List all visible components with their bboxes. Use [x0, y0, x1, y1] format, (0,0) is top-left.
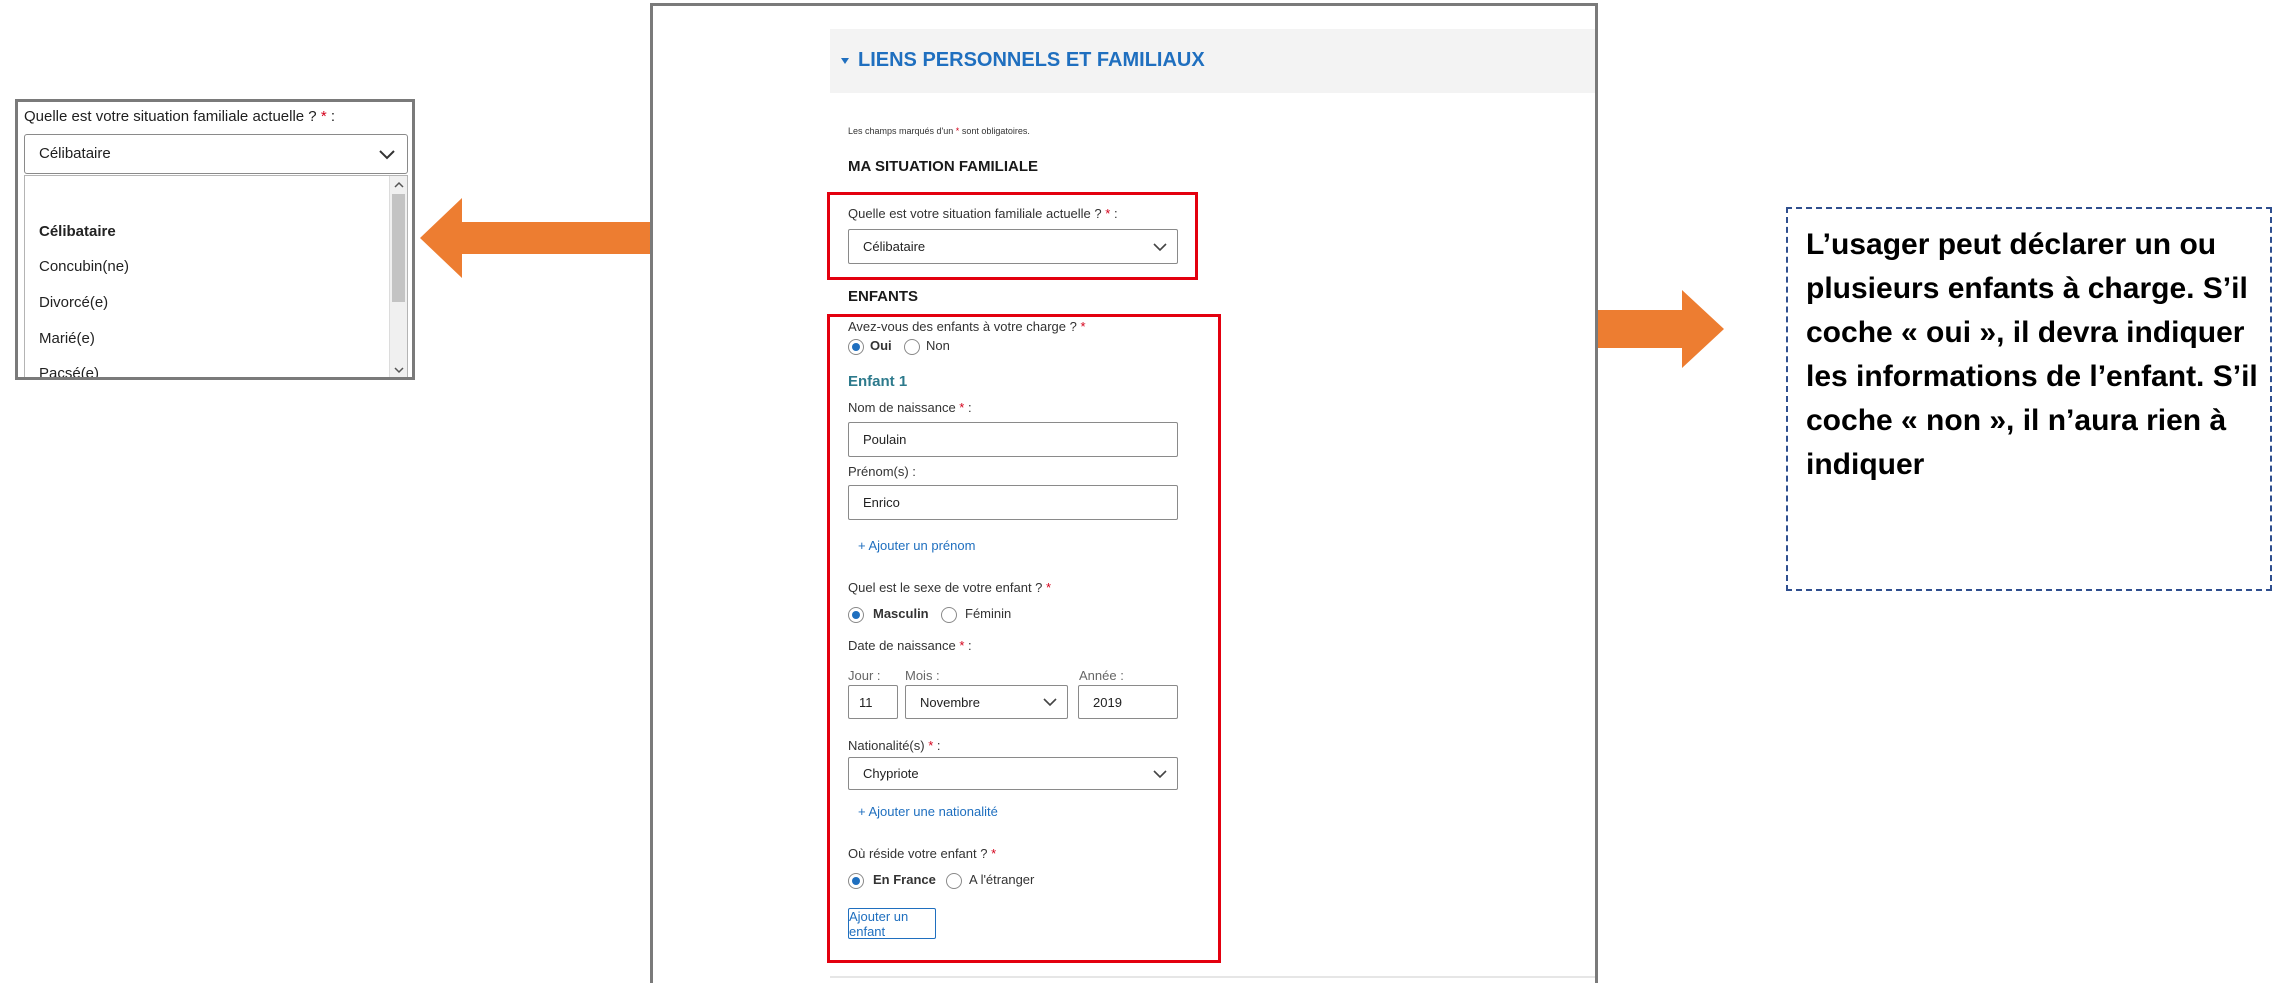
- option-pacse[interactable]: Pacsé(e): [39, 365, 99, 377]
- option-divorce[interactable]: Divorcé(e): [39, 294, 108, 311]
- label-colon: :: [326, 108, 336, 125]
- section-divider: [830, 976, 1595, 978]
- zoom-situation-select[interactable]: Célibataire: [24, 134, 408, 174]
- zoom-question-label: Quelle est votre situation familiale act…: [24, 108, 335, 125]
- option-marie[interactable]: Marié(e): [39, 330, 95, 347]
- highlight-box-situation: [827, 192, 1198, 280]
- options-scrollbar[interactable]: [389, 176, 407, 377]
- required-star: *: [955, 126, 960, 136]
- scroll-down-icon[interactable]: [393, 364, 405, 376]
- zoomed-dropdown-panel: Quelle est votre situation familiale act…: [15, 99, 415, 380]
- caret-down-icon: [841, 58, 849, 64]
- section-header[interactable]: LIENS PERSONNELS ET FAMILIAUX: [830, 29, 1595, 93]
- scrollbar-thumb[interactable]: [392, 194, 405, 302]
- option-celibataire[interactable]: Célibataire: [39, 223, 116, 240]
- form-screenshot: LIENS PERSONNELS ET FAMILIAUX Les champs…: [650, 3, 1598, 983]
- zoom-selected-value: Célibataire: [39, 145, 111, 162]
- mandatory-note-prefix: Les champs marqués d'un: [848, 126, 954, 136]
- note-text: L’usager peut déclarer un ou plusieurs e…: [1806, 228, 2258, 481]
- scroll-up-icon[interactable]: [393, 179, 405, 191]
- mandatory-note: Les champs marqués d'un * sont obligatoi…: [848, 126, 1030, 136]
- chevron-down-icon: [379, 150, 395, 160]
- zoom-question-text: Quelle est votre situation familiale act…: [24, 108, 317, 125]
- highlight-box-children: [827, 314, 1221, 963]
- section-title: LIENS PERSONNELS ET FAMILIAUX: [858, 49, 1205, 71]
- situation-heading: MA SITUATION FAMILIALE: [848, 158, 1038, 175]
- children-heading: ENFANTS: [848, 288, 919, 305]
- explanation-note: L’usager peut déclarer un ou plusieurs e…: [1786, 207, 2272, 591]
- option-concubin[interactable]: Concubin(ne): [39, 258, 129, 275]
- zoom-options-list: Célibataire Concubin(ne) Divorcé(e) Mari…: [24, 175, 408, 377]
- mandatory-note-suffix: sont obligatoires.: [961, 126, 1030, 136]
